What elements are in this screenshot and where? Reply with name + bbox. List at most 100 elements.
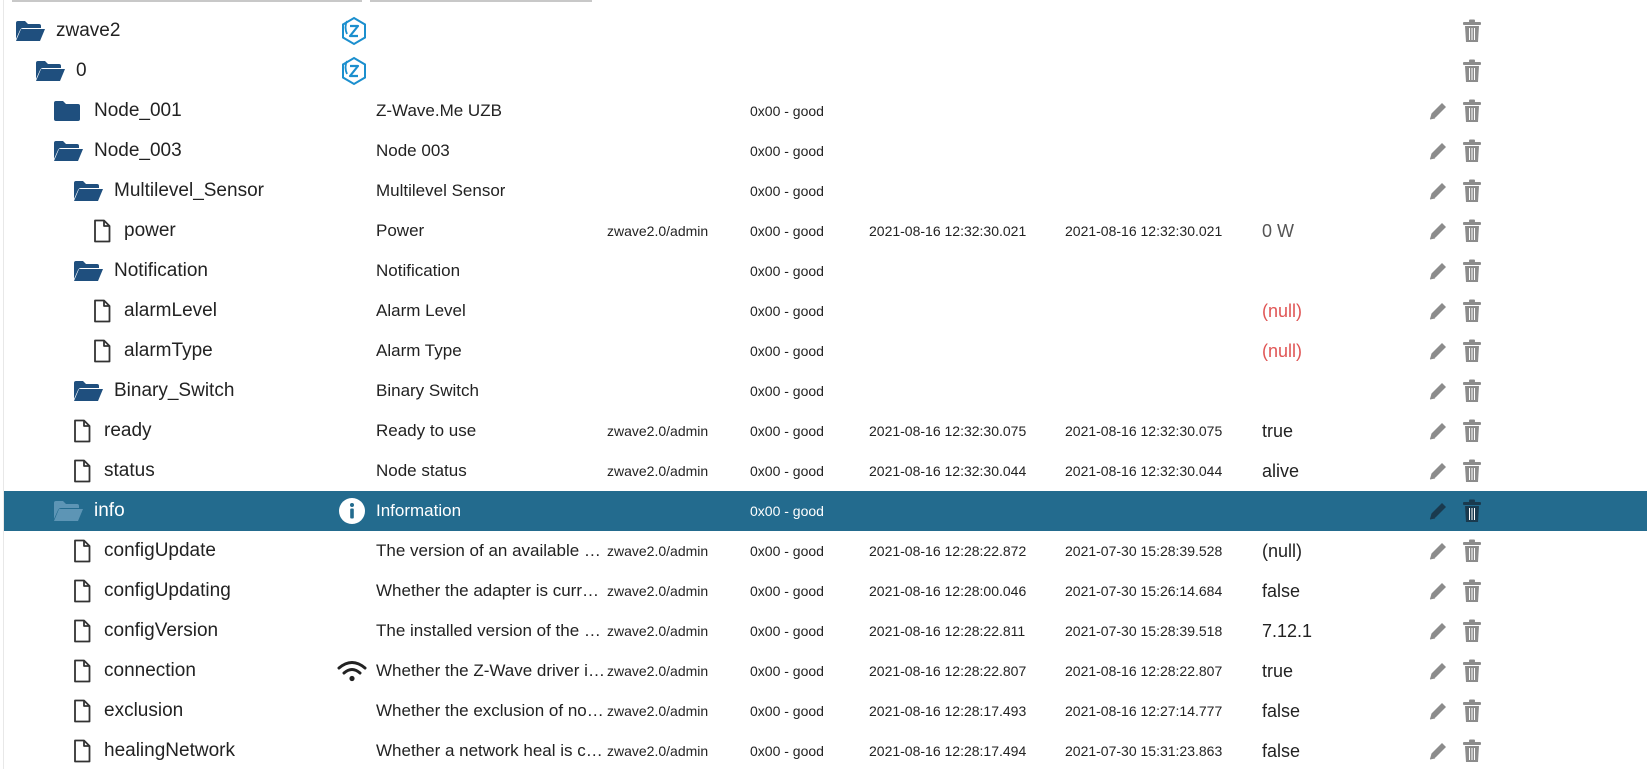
tree-row[interactable]: healingNetwork Whether a network heal is … <box>4 731 1647 771</box>
delete-icon[interactable] <box>1462 91 1482 131</box>
tree-row[interactable]: configUpdating Whether the adapter is cur… <box>4 571 1647 611</box>
object-name: The installed version of the Z-Wave conf… <box>376 621 608 640</box>
edit-icon[interactable] <box>1427 131 1449 171</box>
delete-icon[interactable] <box>1462 51 1482 91</box>
object-value[interactable]: (null) <box>1262 291 1302 331</box>
file-icon[interactable] <box>72 451 92 491</box>
edit-icon[interactable] <box>1427 651 1449 691</box>
timestamp: 2021-08-16 12:32:30.075 <box>869 423 1027 439</box>
tree-row[interactable]: Node_001 Z-Wave.Me UZB 0x00 - good <box>4 91 1647 131</box>
folder-open-icon[interactable] <box>14 11 46 51</box>
tree-row[interactable]: configUpdate The version of an available … <box>4 531 1647 571</box>
object-value[interactable]: (null) <box>1262 331 1302 371</box>
edit-icon[interactable] <box>1427 171 1449 211</box>
file-icon[interactable] <box>92 331 112 371</box>
tree-row[interactable]: Node_003 Node 003 0x00 - good <box>4 131 1647 171</box>
edit-icon[interactable] <box>1427 571 1449 611</box>
delete-icon[interactable] <box>1462 691 1482 731</box>
file-icon[interactable] <box>72 571 92 611</box>
edit-icon[interactable] <box>1427 611 1449 651</box>
file-icon[interactable] <box>72 651 92 691</box>
tree-row[interactable]: Multilevel_Sensor Multilevel Sensor 0x00 -… <box>4 171 1647 211</box>
folder-open-icon[interactable] <box>72 171 104 211</box>
edit-icon[interactable] <box>1427 371 1449 411</box>
object-id: configVersion <box>104 620 219 641</box>
delete-icon[interactable] <box>1462 371 1482 411</box>
delete-icon[interactable] <box>1462 291 1482 331</box>
object-value[interactable]: alive <box>1262 451 1299 491</box>
object-id: status <box>104 460 155 481</box>
file-icon[interactable] <box>72 531 92 571</box>
folder-open-icon[interactable] <box>52 491 84 531</box>
delete-icon[interactable] <box>1462 451 1482 491</box>
delete-icon[interactable] <box>1462 531 1482 571</box>
object-value[interactable]: false <box>1262 571 1300 611</box>
folder-open-icon[interactable] <box>72 251 104 291</box>
edit-icon[interactable] <box>1427 251 1449 291</box>
edit-icon[interactable] <box>1427 91 1449 131</box>
edit-icon[interactable] <box>1427 531 1449 571</box>
file-icon[interactable] <box>72 691 92 731</box>
tree-row[interactable]: connection Whether the Z-Wave driver is r… <box>4 651 1647 691</box>
object-name: Alarm Type <box>376 341 462 360</box>
object-id: Node_001 <box>94 100 182 121</box>
tree-row[interactable]: status Node status zwave2.0/admin 0x00 - go… <box>4 451 1647 491</box>
delete-icon[interactable] <box>1462 251 1482 291</box>
file-icon[interactable] <box>92 211 112 251</box>
edit-icon[interactable] <box>1427 291 1449 331</box>
folder-open-icon[interactable] <box>52 131 84 171</box>
delete-icon[interactable] <box>1462 331 1482 371</box>
object-value[interactable]: true <box>1262 411 1293 451</box>
tree-row[interactable]: Notification Notification 0x00 - good <box>4 251 1647 291</box>
quality-status: 0x00 - good <box>750 223 824 239</box>
tree-row[interactable]: zwave2 <box>4 11 1647 51</box>
object-name: Z-Wave.Me UZB <box>376 101 502 120</box>
object-value[interactable]: false <box>1262 731 1300 771</box>
folder-open-icon[interactable] <box>72 371 104 411</box>
edit-icon[interactable] <box>1427 211 1449 251</box>
tree-row[interactable]: ready Ready to use zwave2.0/admin 0x00 - go… <box>4 411 1647 451</box>
tree-row[interactable]: power Power zwave2.0/admin 0x00 - good 2021-… <box>4 211 1647 251</box>
tree-row[interactable]: exclusion Whether the exclusion of nodes … <box>4 691 1647 731</box>
file-icon[interactable] <box>72 411 92 451</box>
delete-icon[interactable] <box>1462 651 1482 691</box>
object-value[interactable]: false <box>1262 691 1300 731</box>
file-icon[interactable] <box>72 731 92 771</box>
object-id: 0 <box>76 60 87 81</box>
object-id: info <box>94 500 125 521</box>
delete-icon[interactable] <box>1462 611 1482 651</box>
delete-icon[interactable] <box>1462 571 1482 611</box>
delete-icon[interactable] <box>1462 131 1482 171</box>
edit-icon[interactable] <box>1427 731 1449 771</box>
file-icon[interactable] <box>72 611 92 651</box>
file-icon[interactable] <box>92 291 112 331</box>
delete-icon[interactable] <box>1462 411 1482 451</box>
folder-closed-icon[interactable] <box>52 91 82 131</box>
edit-icon[interactable] <box>1427 491 1449 531</box>
tree-row[interactable]: info Information 0x00 - good <box>4 491 1647 531</box>
tree-row[interactable]: configVersion The installed version of th… <box>4 611 1647 651</box>
object-value[interactable]: 0 W <box>1262 211 1294 251</box>
edit-icon[interactable] <box>1427 411 1449 451</box>
tree-row[interactable]: alarmLevel Alarm Level 0x00 - good (null) <box>4 291 1647 331</box>
edit-icon[interactable] <box>1427 451 1449 491</box>
changed-by: zwave2.0/admin <box>607 423 709 439</box>
object-value[interactable]: (null) <box>1262 531 1302 571</box>
folder-open-icon[interactable] <box>34 51 66 91</box>
changed-by: zwave2.0/admin <box>607 543 709 559</box>
quality-status: 0x00 - good <box>750 183 824 199</box>
delete-icon[interactable] <box>1462 11 1482 51</box>
object-value[interactable]: 7.12.1 <box>1262 611 1312 651</box>
edit-icon[interactable] <box>1427 691 1449 731</box>
tree-row[interactable]: alarmType Alarm Type 0x00 - good (null) <box>4 331 1647 371</box>
quality-status: 0x00 - good <box>750 503 824 519</box>
delete-icon[interactable] <box>1462 211 1482 251</box>
object-id: Binary_Switch <box>114 380 235 401</box>
tree-row[interactable]: 0 <box>4 51 1647 91</box>
delete-icon[interactable] <box>1462 491 1482 531</box>
tree-row[interactable]: Binary_Switch Binary Switch 0x00 - good <box>4 371 1647 411</box>
delete-icon[interactable] <box>1462 171 1482 211</box>
edit-icon[interactable] <box>1427 331 1449 371</box>
delete-icon[interactable] <box>1462 731 1482 771</box>
object-value[interactable]: true <box>1262 651 1293 691</box>
